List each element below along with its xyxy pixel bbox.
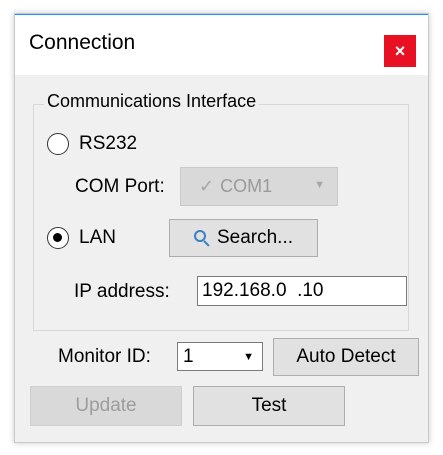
group-label: Communications Interface [44,91,260,112]
com-port-label: COM Port: [75,176,165,197]
rs232-label: RS232 [79,133,138,154]
close-button[interactable]: × [384,35,416,67]
monitor-id-label: Monitor ID: [58,346,151,367]
auto-detect-button[interactable]: Auto Detect [273,338,419,376]
chevron-down-icon: ▼ [243,351,254,363]
lan-label: LAN [79,227,116,248]
check-icon: ✓ [199,176,215,196]
ip-address-input[interactable]: 192.168.0 .10 [197,276,407,306]
rs232-radio[interactable] [47,133,69,155]
com-port-select[interactable]: ✓ COM1 ▼ [180,167,338,206]
ip-address-value: 192.168.0 .10 [202,280,324,301]
update-label: Update [75,395,137,416]
rs232-radio-option[interactable]: RS232 [47,133,137,155]
title-bar: Connection × [15,14,428,75]
search-button-label: Search... [216,227,294,248]
search-button[interactable]: Search... [169,219,318,257]
monitor-id-select[interactable]: 1 ▼ [177,342,263,371]
search-icon [193,229,211,247]
test-label: Test [251,395,287,416]
lan-radio-option[interactable]: LAN [47,227,116,249]
lan-radio[interactable] [47,227,69,249]
monitor-id-value: 1 [183,345,194,367]
close-icon: × [394,40,406,61]
connection-dialog: Connection × Communications Interface RS… [14,13,429,443]
window-title: Connection [29,31,136,54]
test-button[interactable]: Test [193,386,345,426]
chevron-down-icon: ▼ [314,179,325,191]
update-button[interactable]: Update [30,386,182,426]
auto-detect-label: Auto Detect [296,346,396,367]
com-port-value: COM1 [220,176,273,196]
ip-address-label: IP address: [74,281,170,302]
